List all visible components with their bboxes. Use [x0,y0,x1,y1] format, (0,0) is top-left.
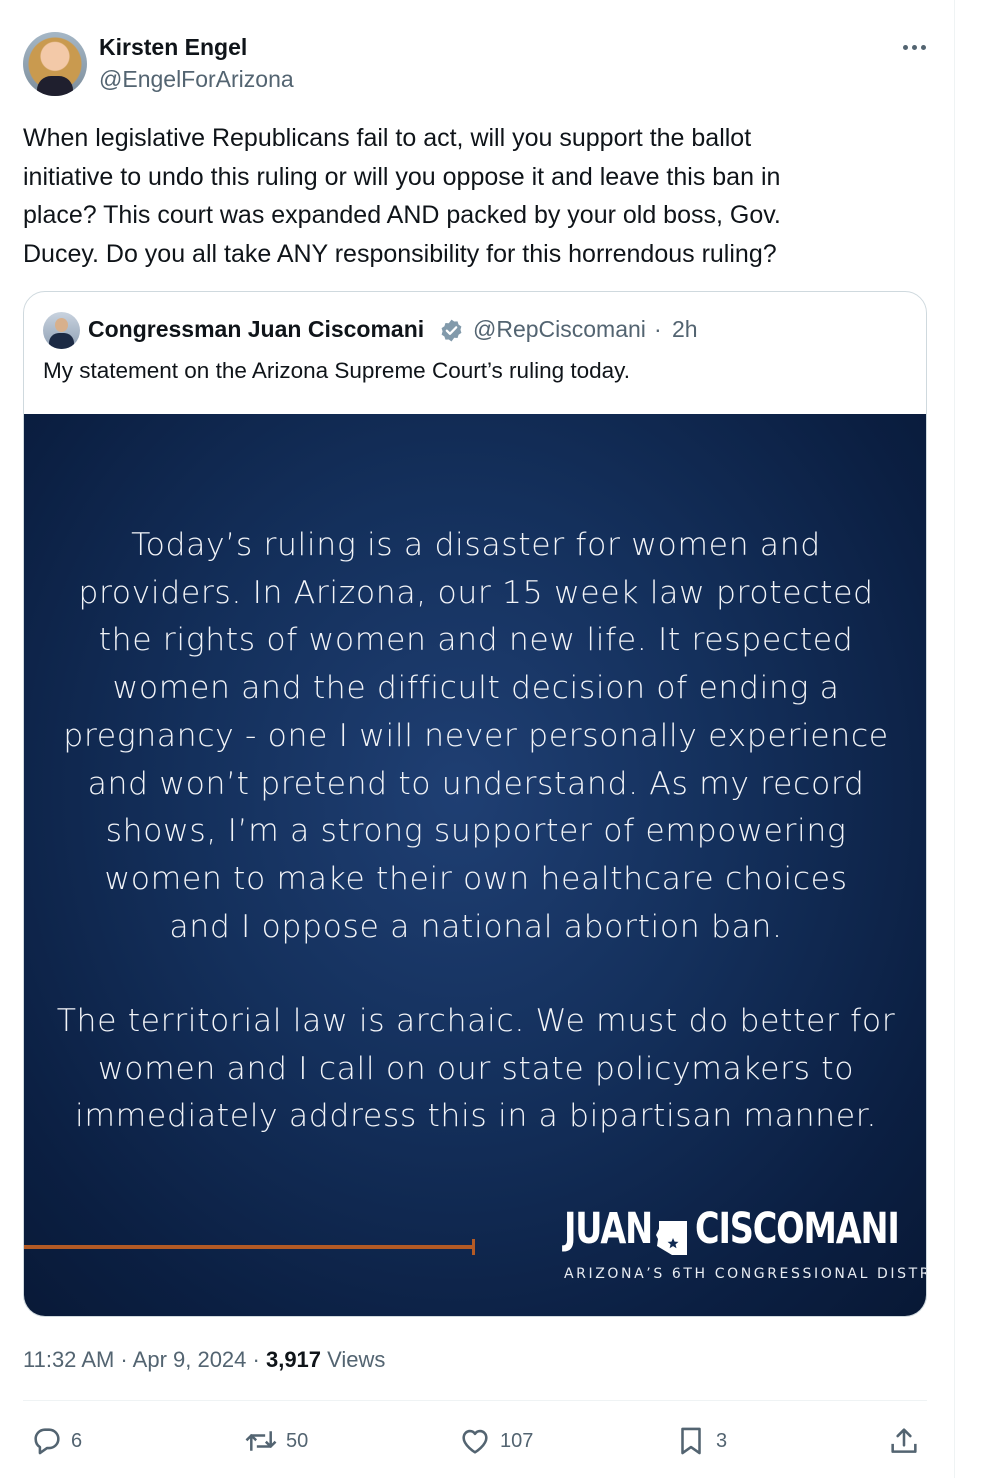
logo-first-name: JUAN [564,1204,653,1254]
quote-separator: · [654,316,662,342]
reply-count: 6 [71,1430,83,1452]
logo-subtitle: ARIZONA’S 6TH CONGRESSIONAL DISTRICT [564,1266,927,1282]
like-icon [462,1429,488,1454]
reply-icon [34,1428,60,1455]
repost-icon [245,1431,277,1451]
verified-icon [441,319,462,342]
logo-last-name: CISCOMANI [695,1204,900,1254]
quote-author-handle[interactable]: @RepCiscomani [473,316,646,343]
bookmark-count: 3 [716,1430,728,1452]
bookmark-icon [681,1427,701,1455]
like-button[interactable]: 107 [458,1424,548,1458]
reply-button[interactable]: 6 [30,1424,90,1458]
quote-time[interactable]: 2h [672,316,698,343]
quoted-tweet[interactable]: Congressman Juan Ciscomani @RepCiscomani… [23,291,927,1317]
arizona-state-icon [656,1221,687,1255]
quote-text: My statement on the Arizona Supreme Cour… [43,358,630,383]
statement-paragraph-1: Today’s ruling is a disaster for women a… [63,527,889,945]
share-button[interactable] [887,1424,921,1458]
repost-count: 50 [286,1430,309,1452]
statement-image[interactable]: Today’s ruling is a disaster for women a… [24,414,927,1316]
accent-line [24,1245,474,1249]
tweet-meta: 11:32 AM · Apr 9, 2024 · 3,917 Views [23,1347,385,1373]
statement-paragraph-2: The territorial law is archaic. We must … [56,1003,896,1135]
quote-avatar[interactable] [43,312,80,349]
share-icon [891,1428,917,1453]
author-handle[interactable]: @EngelForArizona [99,66,294,93]
author-name[interactable]: Kirsten Engel [99,34,247,61]
actions-divider [23,1400,927,1401]
more-icon[interactable] [897,33,933,61]
like-count: 107 [500,1430,534,1452]
tweet-timestamp[interactable]: 11:32 AM · Apr 9, 2024 · [23,1347,266,1372]
views-label: Views [321,1347,386,1372]
views-count: 3,917 [265,1347,322,1372]
bookmark-button[interactable]: 3 [674,1424,734,1458]
accent-line-cap [472,1239,475,1255]
repost-button[interactable]: 50 [243,1424,323,1458]
column-border [954,0,955,1478]
tweet-text: When legislative Republicans fail to act… [23,124,781,268]
author-avatar[interactable] [23,32,87,96]
quote-author-name[interactable]: Congressman Juan Ciscomani [88,316,424,343]
